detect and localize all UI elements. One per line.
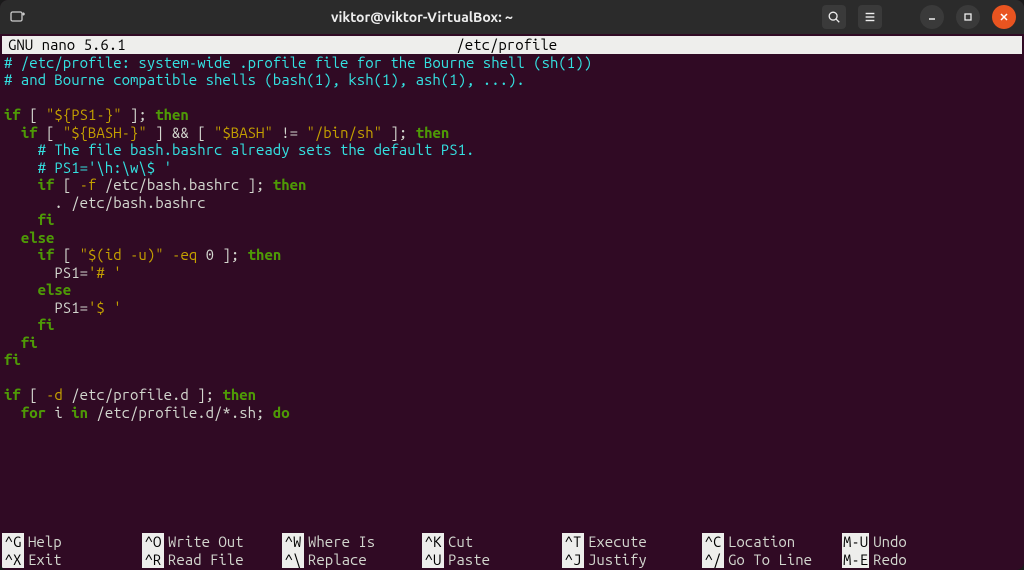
code-line: if [ "$(id -u)" -eq 0 ]; then	[4, 246, 1020, 264]
terminal-body[interactable]: GNU nano 5.6.1 /etc/profile # /etc/profi…	[0, 34, 1024, 570]
nano-shortcuts: ^GHelp^OWrite Out^WWhere Is^KCut^TExecut…	[2, 533, 1022, 568]
code-line	[4, 89, 1020, 107]
shortcut-undo: M-UUndo	[842, 533, 942, 551]
shortcut-key: ^U	[422, 551, 444, 569]
code-line: fi	[4, 351, 1020, 369]
shortcut-key: ^G	[2, 533, 24, 551]
code-line: else	[4, 229, 1020, 247]
terminal-window: viktor@viktor-VirtualBox: ~ GNU nano 5.6…	[0, 0, 1024, 570]
shortcut-key: ^O	[142, 533, 164, 551]
shortcut-label: Cut	[448, 533, 473, 551]
window-title: viktor@viktor-VirtualBox: ~	[34, 9, 810, 25]
shortcut-label: Exit	[28, 551, 62, 569]
shortcut-key: M-U	[842, 533, 869, 551]
shortcut-key: ^T	[562, 533, 584, 551]
shortcut-help: ^GHelp	[2, 533, 142, 551]
code-line: fi	[4, 211, 1020, 229]
shortcut-key: ^\	[282, 551, 304, 569]
shortcut-key: M-E	[842, 551, 869, 569]
code-line: # /etc/profile: system-wide .profile fil…	[4, 54, 1020, 72]
code-line: else	[4, 281, 1020, 299]
code-line: if [ -f /etc/bash.bashrc ]; then	[4, 176, 1020, 194]
shortcut-label: Write Out	[168, 533, 244, 551]
maximize-button[interactable]	[956, 5, 980, 29]
shortcut-execute: ^TExecute	[562, 533, 702, 551]
shortcut-label: Location	[728, 533, 795, 551]
editor-content[interactable]: # /etc/profile: system-wide .profile fil…	[2, 54, 1022, 422]
search-button[interactable]	[822, 5, 846, 29]
nano-header: GNU nano 5.6.1 /etc/profile	[2, 36, 1022, 54]
shortcut-label: Execute	[588, 533, 647, 551]
shortcut-label: Undo	[873, 533, 907, 551]
shortcut-label: Where Is	[308, 533, 375, 551]
shortcut-label: Read File	[168, 551, 244, 569]
code-line: fi	[4, 334, 1020, 352]
code-line	[4, 369, 1020, 387]
shortcut-paste: ^UPaste	[422, 551, 562, 569]
shortcut-replace: ^\Replace	[282, 551, 422, 569]
code-line: if [ "${PS1-}" ]; then	[4, 106, 1020, 124]
shortcut-exit: ^XExit	[2, 551, 142, 569]
minimize-button[interactable]	[920, 5, 944, 29]
code-line: # PS1='\h:\w\$ '	[4, 159, 1020, 177]
shortcut-cut: ^KCut	[422, 533, 562, 551]
shortcut-key: ^J	[562, 551, 584, 569]
shortcut-key: ^C	[702, 533, 724, 551]
shortcut-justify: ^JJustify	[562, 551, 702, 569]
shortcut-read-file: ^RRead File	[142, 551, 282, 569]
close-button[interactable]	[992, 5, 1016, 29]
nano-filename: /etc/profile	[132, 36, 1022, 54]
shortcut-label: Redo	[873, 551, 907, 569]
nano-version: GNU nano 5.6.1	[2, 36, 132, 54]
shortcut-redo: M-ERedo	[842, 551, 942, 569]
shortcut-label: Help	[28, 533, 62, 551]
shortcut-location: ^CLocation	[702, 533, 842, 551]
code-line: # and Bourne compatible shells (bash(1),…	[4, 71, 1020, 89]
code-line: fi	[4, 316, 1020, 334]
shortcut-key: ^K	[422, 533, 444, 551]
menu-button[interactable]	[858, 5, 882, 29]
shortcut-key: ^R	[142, 551, 164, 569]
shortcut-label: Justify	[588, 551, 647, 569]
shortcut-key: ^X	[2, 551, 24, 569]
code-line: PS1='# '	[4, 264, 1020, 282]
shortcut-write-out: ^OWrite Out	[142, 533, 282, 551]
shortcut-go-to-line: ^/Go To Line	[702, 551, 842, 569]
shortcut-key: ^/	[702, 551, 724, 569]
shortcut-where-is: ^WWhere Is	[282, 533, 422, 551]
shortcut-key: ^W	[282, 533, 304, 551]
window-titlebar: viktor@viktor-VirtualBox: ~	[0, 0, 1024, 34]
code-line: for i in /etc/profile.d/*.sh; do	[4, 404, 1020, 422]
shortcut-label: Paste	[448, 551, 490, 569]
code-line: if [ -d /etc/profile.d ]; then	[4, 386, 1020, 404]
new-tab-icon[interactable]	[8, 7, 28, 27]
code-line: if [ "${BASH-}" ] && [ "$BASH" != "/bin/…	[4, 124, 1020, 142]
code-line: # The file bash.bashrc already sets the …	[4, 141, 1020, 159]
code-line: . /etc/bash.bashrc	[4, 194, 1020, 212]
shortcut-label: Go To Line	[728, 551, 812, 569]
code-line: PS1='$ '	[4, 299, 1020, 317]
shortcut-label: Replace	[308, 551, 367, 569]
